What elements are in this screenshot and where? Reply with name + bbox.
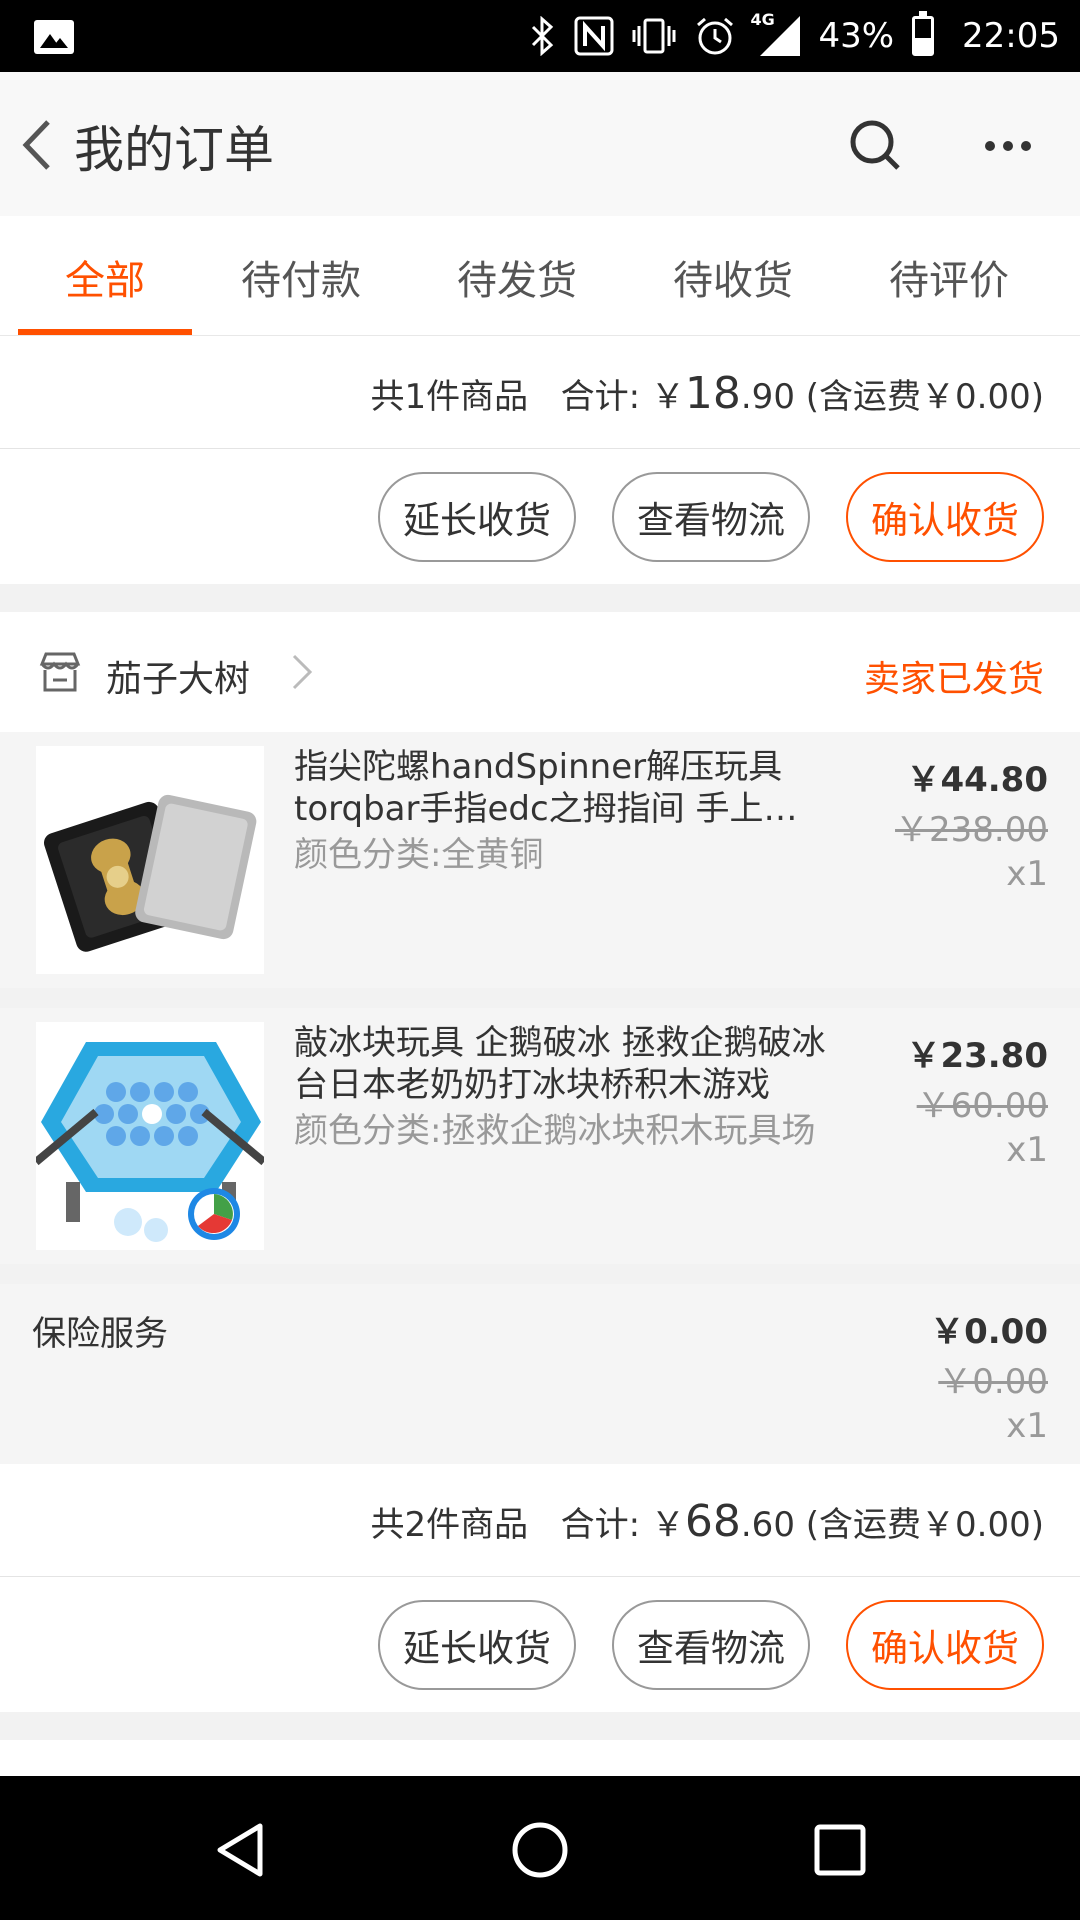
store-icon: [39, 652, 81, 692]
confirm-receipt-button[interactable]: 确认收货: [846, 1600, 1044, 1690]
search-icon[interactable]: [848, 118, 904, 174]
shop-header[interactable]: 茄子大树 卖家已发货: [0, 612, 1080, 732]
app-bar: 我的订单: [0, 72, 1080, 216]
view-logistics-button[interactable]: 查看物流: [612, 1600, 810, 1690]
product-quantity: x1: [1006, 1130, 1048, 1170]
nfc-icon: [574, 16, 614, 56]
product-original-price: ￥60.00: [916, 1086, 1048, 1126]
product-original-price: ￥238.00: [895, 810, 1048, 850]
gallery-icon: [34, 20, 74, 54]
tab-all[interactable]: 全部: [62, 248, 148, 306]
next-order-card: [0, 1740, 1080, 1776]
chevron-right-icon: [292, 654, 313, 690]
product-sku: 颜色分类:全黄铜: [294, 835, 544, 875]
order-card-2-footer: 共2件商品 合计: ￥68.60 (含运费￥0.00) 延长收货 查看物流 确认…: [0, 1464, 1080, 1712]
tab-pending-shipment[interactable]: 待发货: [452, 248, 582, 306]
insurance-label: 保险服务: [32, 1314, 168, 1354]
page-title: 我的订单: [74, 121, 274, 179]
alarm-icon: [694, 16, 736, 56]
product-price: ￥44.80: [906, 760, 1048, 800]
insurance-service-row: 保险服务 ￥0.00 ￥0.00 x1: [0, 1284, 1080, 1464]
more-options-icon[interactable]: [984, 136, 1032, 156]
item-count: 共1件商品: [370, 377, 529, 417]
tab-pending-review[interactable]: 待评价: [884, 248, 1014, 306]
extend-receipt-button[interactable]: 延长收货: [378, 472, 576, 562]
battery-icon: [912, 11, 935, 56]
shipping-fee: (含运费￥0.00): [805, 1505, 1044, 1545]
total-integer: 68: [684, 1496, 741, 1547]
extend-receipt-button[interactable]: 延长收货: [378, 1600, 576, 1690]
item-count: 共2件商品: [370, 1505, 529, 1545]
nav-back-icon[interactable]: [210, 1820, 270, 1880]
product-sku: 颜色分类:拯救企鹅冰块积木玩具场: [294, 1111, 816, 1151]
order-total-summary: 共2件商品 合计: ￥68.60 (含运费￥0.00): [371, 1496, 1080, 1547]
nav-recents-icon[interactable]: [810, 1820, 870, 1880]
tab-pending-payment[interactable]: 待付款: [236, 248, 366, 306]
product-image[interactable]: [36, 1022, 264, 1250]
total-decimal: .90: [740, 377, 795, 417]
product-title[interactable]: 指尖陀螺handSpinner解压玩具torqbar手指edc之拇指间 手上…: [294, 746, 834, 830]
nav-home-icon[interactable]: [510, 1820, 570, 1880]
order-status: 卖家已发货: [863, 659, 1044, 700]
divider: [0, 1576, 1080, 1577]
status-bar: 4G 43% 22:05: [0, 0, 1080, 72]
total-label: 合计:: [560, 1505, 641, 1545]
system-navigation-bar: [0, 1776, 1080, 1920]
product-title[interactable]: 敲冰块玩具 企鹅破冰 拯救企鹅破冰台日本老奶奶打冰块桥积木游戏: [294, 1022, 834, 1106]
battery-percent: 43%: [818, 16, 895, 56]
insurance-quantity: x1: [1006, 1406, 1048, 1446]
order-item[interactable]: 指尖陀螺handSpinner解压玩具torqbar手指edc之拇指间 手上… …: [0, 732, 1080, 988]
product-image[interactable]: [36, 746, 264, 974]
clock: 22:05: [962, 16, 1060, 56]
bluetooth-icon: [530, 16, 556, 56]
total-integer: 18: [684, 368, 741, 419]
insurance-original-price: ￥0.00: [938, 1362, 1048, 1402]
view-logistics-button[interactable]: 查看物流: [612, 472, 810, 562]
active-tab-indicator: [18, 329, 192, 335]
currency-symbol: ￥: [650, 377, 685, 417]
insurance-price: ￥0.00: [930, 1312, 1048, 1352]
shop-name[interactable]: 茄子大树: [106, 650, 250, 702]
vibrate-icon: [632, 16, 676, 56]
shipping-fee: (含运费￥0.00): [805, 377, 1044, 417]
order-item[interactable]: 敲冰块玩具 企鹅破冰 拯救企鹅破冰台日本老奶奶打冰块桥积木游戏 颜色分类:拯救企…: [0, 1008, 1080, 1264]
divider: [0, 448, 1080, 449]
product-price: ￥23.80: [906, 1036, 1048, 1076]
tab-pending-receipt[interactable]: 待收货: [668, 248, 798, 306]
product-quantity: x1: [1006, 854, 1048, 894]
currency-symbol: ￥: [650, 1505, 685, 1545]
signal-icon: 4G: [750, 10, 801, 56]
order-card-1-footer: 共1件商品 合计: ￥18.90 (含运费￥0.00) 延长收货 查看物流 确认…: [0, 336, 1080, 584]
order-total-summary: 共1件商品 合计: ￥18.90 (含运费￥0.00): [371, 368, 1080, 419]
back-arrow-icon[interactable]: [18, 118, 58, 172]
total-decimal: .60: [740, 1505, 795, 1545]
order-tabs: 全部 待付款 待发货 待收货 待评价: [0, 216, 1080, 336]
total-label: 合计:: [560, 377, 641, 417]
confirm-receipt-button[interactable]: 确认收货: [846, 472, 1044, 562]
